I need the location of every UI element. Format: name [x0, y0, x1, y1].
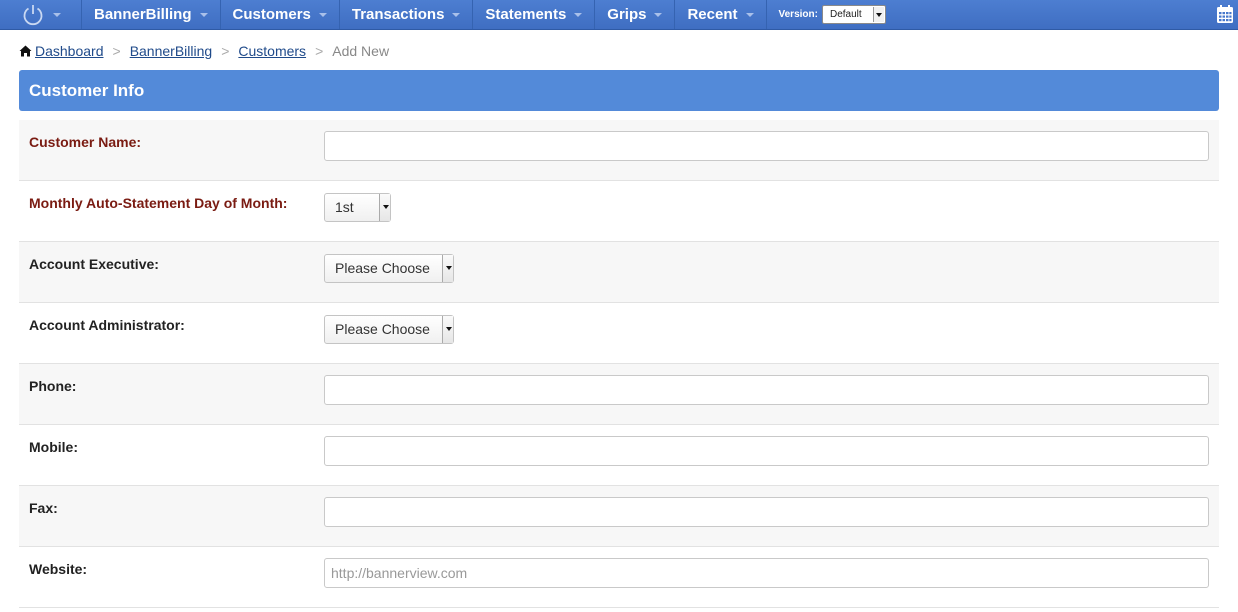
account-executive-label: Account Executive: [29, 256, 159, 272]
chevron-down-icon [745, 12, 754, 17]
chevron-down-icon [52, 12, 61, 17]
panel-title: Customer Info [29, 80, 145, 100]
account-administrator-select[interactable]: Please Choose [324, 315, 454, 344]
nav-label: Customers [232, 6, 311, 23]
breadcrumb: Dashboard > BannerBilling > Customers > … [19, 42, 389, 60]
nav-label: Recent [687, 6, 738, 23]
chevron-down-icon [199, 12, 208, 17]
version-label: Version: [778, 9, 818, 20]
form-row-account-executive: Account Executive: Please Choose [19, 242, 1219, 303]
mobile-input[interactable] [324, 436, 1209, 466]
breadcrumb-dashboard-link[interactable]: Dashboard [35, 43, 104, 59]
dropdown-arrow-icon [872, 7, 884, 22]
breadcrumb-separator: > [221, 43, 230, 59]
chevron-down-icon [452, 12, 461, 17]
version-control: Version: Default [767, 0, 886, 29]
chevron-down-icon [654, 12, 663, 17]
nav-statements[interactable]: Statements [473, 0, 596, 29]
calendar-icon[interactable] [1216, 4, 1234, 24]
power-icon [23, 4, 42, 25]
customer-name-input[interactable] [324, 131, 1209, 161]
website-input[interactable] [324, 558, 1209, 588]
account-executive-select[interactable]: Please Choose [324, 254, 454, 283]
nav-label: Grips [607, 6, 647, 23]
account-administrator-value: Please Choose [335, 321, 430, 337]
top-navbar: BannerBilling Customers Transactions Sta… [0, 0, 1238, 30]
phone-input[interactable] [324, 375, 1209, 405]
form-row-mobile: Mobile: [19, 425, 1219, 486]
nav-label: Statements [485, 6, 567, 23]
statement-day-value: 1st [335, 199, 354, 215]
customer-info-form: Customer Name: Monthly Auto-Statement Da… [19, 120, 1219, 608]
nav-transactions[interactable]: Transactions [340, 0, 474, 29]
mobile-label: Mobile: [29, 439, 78, 455]
phone-label: Phone: [29, 378, 77, 394]
breadcrumb-current: Add New [332, 43, 390, 59]
breadcrumb-separator: > [112, 43, 121, 59]
account-administrator-label: Account Administrator: [29, 317, 185, 333]
home-icon [19, 45, 32, 57]
power-menu-button[interactable] [0, 0, 82, 29]
nav-grips[interactable]: Grips [595, 0, 676, 29]
form-row-customer-name: Customer Name: [19, 120, 1219, 181]
form-row-phone: Phone: [19, 364, 1219, 425]
nav-recent[interactable]: Recent [675, 0, 767, 29]
breadcrumb-customers-link[interactable]: Customers [238, 43, 306, 59]
version-select[interactable]: Default [821, 5, 886, 24]
panel-header: Customer Info [19, 70, 1219, 111]
dropdown-arrow-icon [442, 316, 453, 343]
dropdown-arrow-icon [379, 194, 390, 221]
customer-name-label: Customer Name: [29, 134, 142, 150]
form-row-website: Website: [19, 547, 1219, 608]
nav-bannerbilling[interactable]: BannerBilling [82, 0, 221, 29]
breadcrumb-bannerbilling-link[interactable]: BannerBilling [130, 43, 213, 59]
website-label: Website: [29, 561, 88, 577]
chevron-down-icon [574, 12, 583, 17]
version-value: Default [829, 9, 862, 20]
nav-customers[interactable]: Customers [221, 0, 340, 29]
breadcrumb-separator: > [315, 43, 324, 59]
nav-label: BannerBilling [94, 6, 192, 23]
statement-day-label: Monthly Auto-Statement Day of Month: [29, 195, 288, 211]
form-row-account-administrator: Account Administrator: Please Choose [19, 303, 1219, 364]
chevron-down-icon [318, 12, 327, 17]
fax-input[interactable] [324, 497, 1209, 527]
statement-day-select[interactable]: 1st [324, 193, 391, 222]
nav-label: Transactions [351, 6, 445, 23]
fax-label: Fax: [29, 500, 58, 516]
account-executive-value: Please Choose [335, 260, 430, 276]
dropdown-arrow-icon [442, 255, 453, 282]
form-row-fax: Fax: [19, 486, 1219, 547]
form-row-statement-day: Monthly Auto-Statement Day of Month: 1st [19, 181, 1219, 242]
